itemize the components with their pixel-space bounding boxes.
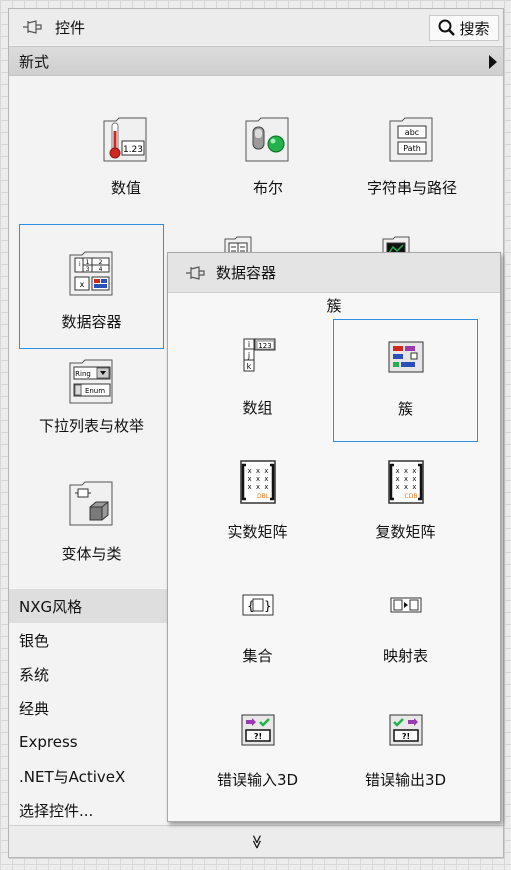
section-title: 簇 xyxy=(326,297,342,315)
tile-label: 实数矩阵 xyxy=(227,523,288,541)
tile-label: 数据容器 xyxy=(61,313,122,331)
category-item[interactable]: .NET与ActiveX xyxy=(9,759,169,793)
svg-text:DBL: DBL xyxy=(256,493,269,500)
tile-label: 簇 xyxy=(397,400,413,418)
tile-label: 布尔 xyxy=(252,179,283,197)
category-item[interactable]: 银色 xyxy=(9,623,169,657)
tile-array[interactable]: i j k 123 数组 xyxy=(185,319,330,442)
variant-class-icon xyxy=(69,481,112,526)
error-out-icon: ?! xyxy=(389,714,422,746)
tile-label: 复数矩阵 xyxy=(375,523,436,541)
svg-text:4: 4 xyxy=(98,266,102,273)
category-item[interactable]: Express xyxy=(9,725,169,759)
tile-string-path[interactable]: abc Path 字符串与路径 xyxy=(341,91,483,213)
tile-label: 下拉列表与枚举 xyxy=(38,417,144,435)
tile-label: 错误输出3D xyxy=(364,771,447,789)
subpalette-title: 数据容器 xyxy=(216,264,277,282)
tile-numeric[interactable]: 1.23 数值 xyxy=(55,91,197,213)
svg-text:2: 2 xyxy=(98,259,102,266)
tile-error-in[interactable]: ?! 错误输入3D xyxy=(185,691,330,814)
search-label: 搜索 xyxy=(459,19,490,38)
svg-text:i: i xyxy=(247,340,249,349)
tile-label: 字符串与路径 xyxy=(366,179,457,197)
tile-error-out[interactable]: ?! 错误输出3D xyxy=(333,691,478,814)
svg-text:x: x xyxy=(79,280,84,289)
svg-text:Path: Path xyxy=(403,144,421,153)
category-title: 新式 xyxy=(19,52,50,71)
svg-text:CDB: CDB xyxy=(404,493,417,500)
svg-text:3: 3 xyxy=(85,266,89,273)
tile-real-matrix[interactable]: x x x x x x x x x DBL 实数矩阵 xyxy=(185,443,330,566)
tile-boolean[interactable]: 布尔 xyxy=(197,91,339,213)
tile-label: 集合 xyxy=(242,647,273,665)
category-item[interactable]: 系统 xyxy=(9,657,169,691)
tile-label: 数组 xyxy=(242,399,273,417)
category-item[interactable]: 选择控件... xyxy=(9,793,169,827)
svg-text:?!: ?! xyxy=(253,732,261,741)
ring-enum-icon: Ring Enum xyxy=(69,359,112,404)
svg-text:x x x: x x x xyxy=(247,467,268,475)
chevron-double-down-icon: ≫ xyxy=(248,834,264,849)
tile-set[interactable]: { } 集合 xyxy=(185,567,330,690)
pin-icon[interactable] xyxy=(184,262,206,284)
tile-cluster[interactable]: 簇 xyxy=(333,319,478,442)
category-arrow-icon[interactable] xyxy=(489,55,497,69)
tile-label: 变体与类 xyxy=(61,545,122,563)
svg-text:?!: ?! xyxy=(401,732,409,741)
magnifier-icon xyxy=(438,19,456,36)
svg-text:k: k xyxy=(246,362,251,371)
svg-text:x x x: x x x xyxy=(247,475,268,483)
svg-text:1: 1 xyxy=(85,259,89,266)
svg-text:}: } xyxy=(264,599,272,613)
category-bar[interactable]: 新式 xyxy=(9,46,503,76)
svg-text:123: 123 xyxy=(258,342,271,350)
palette-header: 控件 搜索 xyxy=(9,9,503,45)
numeric-icon: 1.23 xyxy=(103,117,147,162)
tile-variant-class[interactable]: 变体与类 xyxy=(19,469,164,591)
pin-icon[interactable] xyxy=(21,16,43,38)
svg-text:x x x: x x x xyxy=(395,475,416,483)
string-path-icon: abc Path xyxy=(389,117,433,162)
tile-label: 数值 xyxy=(110,179,141,197)
category-item[interactable]: NXG风格 xyxy=(9,589,169,623)
tile-map[interactable]: 映射表 xyxy=(333,567,478,690)
svg-text:Ring: Ring xyxy=(75,370,91,378)
svg-text:x x x: x x x xyxy=(395,483,416,491)
subpalette-header: 数据容器 xyxy=(168,253,500,293)
expand-bar[interactable]: ≫ xyxy=(9,825,503,857)
cluster-icon xyxy=(388,341,423,373)
search-button[interactable]: 搜索 xyxy=(429,15,499,41)
palette-title: 控件 xyxy=(55,18,86,37)
svg-text:Enum: Enum xyxy=(84,387,104,395)
data-container-subpalette: 数据容器 簇 i j k 123 数组 簇 x x x x x x x x x … xyxy=(167,252,501,822)
error-in-icon: ?! xyxy=(241,714,274,746)
svg-text:x x x: x x x xyxy=(395,467,416,475)
category-item[interactable]: 经典 xyxy=(9,691,169,725)
svg-text:abc: abc xyxy=(405,128,419,137)
tile-ring-enum[interactable]: Ring Enum 下拉列表与枚举 xyxy=(19,349,164,471)
data-container-icon: i 1 2 3 4 x xyxy=(69,251,112,296)
set-icon: { } xyxy=(242,594,273,616)
map-icon xyxy=(390,597,421,613)
array-icon: i j k 123 xyxy=(243,338,275,372)
boolean-icon xyxy=(245,117,289,162)
complex-matrix-icon: x x x x x x x x x CDB xyxy=(387,460,424,504)
real-matrix-icon: x x x x x x x x x DBL xyxy=(239,460,276,504)
tile-data-container[interactable]: i 1 2 3 4 x 数据容器 xyxy=(19,224,164,349)
category-list: NXG风格 银色 系统 经典 Express .NET与ActiveX 选择控件… xyxy=(9,589,169,827)
tile-complex-matrix[interactable]: x x x x x x x x x CDB 复数矩阵 xyxy=(333,443,478,566)
svg-text:j: j xyxy=(246,351,249,360)
svg-text:x x x: x x x xyxy=(247,483,268,491)
tile-label: 映射表 xyxy=(382,647,428,665)
svg-text:1.23: 1.23 xyxy=(123,145,143,155)
tile-label: 错误输入3D xyxy=(216,771,299,789)
